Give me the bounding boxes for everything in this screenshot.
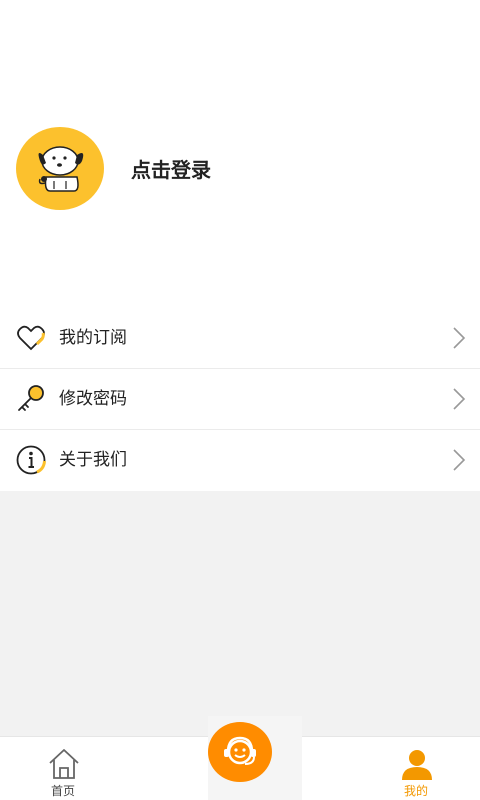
chevron-right-icon: [452, 326, 466, 350]
customer-service-icon: [224, 736, 256, 765]
menu-item-label: 修改密码: [59, 389, 127, 409]
profile-header: 点击登录: [0, 0, 480, 308]
heart-icon: [15, 322, 47, 354]
dog-avatar-icon: [16, 127, 104, 210]
user-icon: [400, 747, 434, 781]
key-icon: [15, 383, 47, 415]
menu-item-change-password[interactable]: 修改密码: [0, 369, 480, 430]
tab-mine[interactable]: 我的: [368, 737, 464, 800]
menu-item-label: 关于我们: [59, 450, 127, 470]
tab-home[interactable]: 首页: [15, 737, 111, 800]
menu-item-about-us[interactable]: 关于我们: [0, 430, 480, 491]
login-prompt[interactable]: 点击登录: [131, 155, 211, 185]
tab-label: 我的: [403, 784, 428, 798]
menu-item-label: 我的订阅: [59, 328, 127, 348]
home-icon: [47, 747, 81, 781]
tab-label: 首页: [50, 784, 75, 798]
menu-item-subscriptions[interactable]: 我的订阅: [0, 308, 480, 369]
chevron-right-icon: [452, 448, 466, 472]
customer-service-button[interactable]: [208, 722, 272, 782]
chevron-right-icon: [452, 387, 466, 411]
avatar[interactable]: [16, 127, 104, 210]
settings-menu: 我的订阅 修改密码 关于我们: [0, 308, 480, 491]
info-icon: [15, 444, 47, 476]
